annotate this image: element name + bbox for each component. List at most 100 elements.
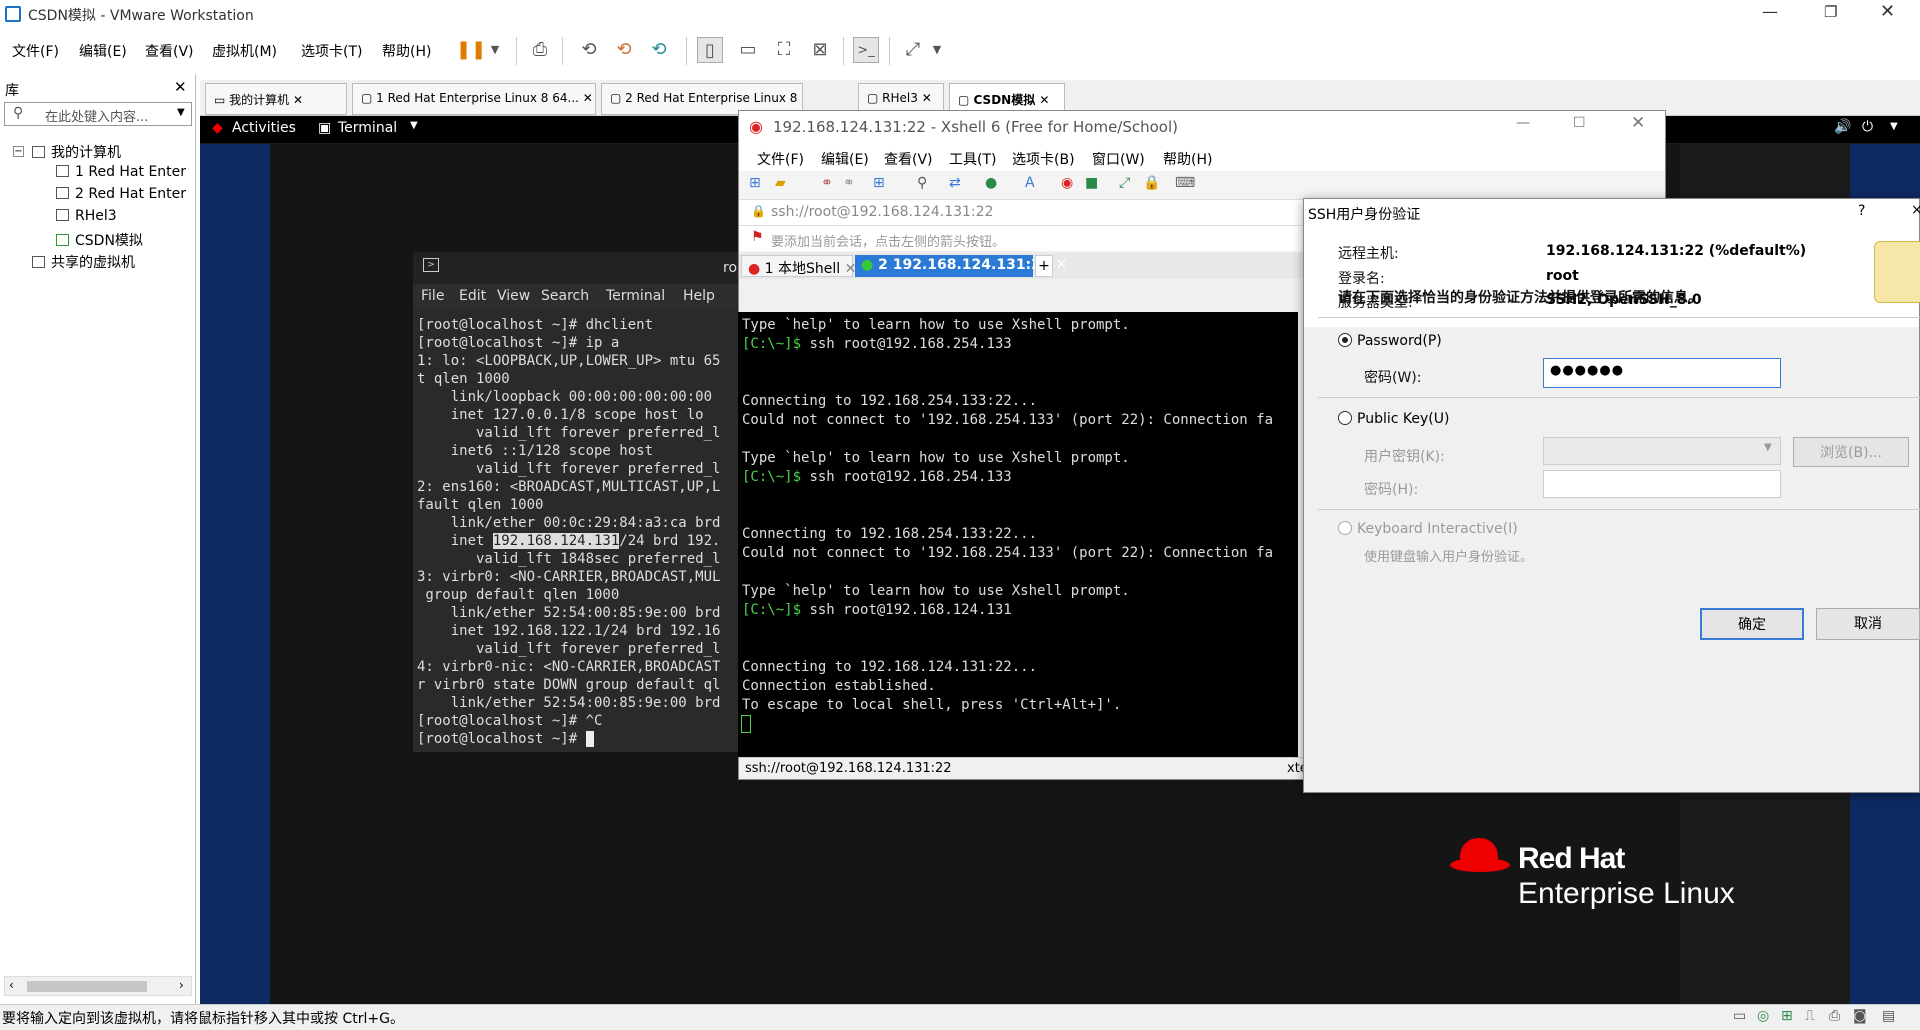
close-library-icon[interactable]: ✕ — [174, 78, 187, 96]
restore-icon[interactable]: ❐ — [1824, 3, 1837, 21]
xshell-menu-window[interactable]: 窗口(W) — [1092, 149, 1145, 169]
ok-button[interactable]: 确定 — [1700, 608, 1804, 640]
scrollbar-thumb[interactable] — [27, 981, 147, 992]
tab-my-computer[interactable]: ▭ 我的计算机 ✕ — [205, 83, 347, 115]
tree-item-shared[interactable]: 共享的虚拟机 — [32, 252, 135, 272]
chevron-down-icon[interactable]: ▼ — [924, 37, 950, 63]
maximize-icon[interactable]: ☐ — [1573, 115, 1586, 131]
hdd-icon[interactable]: ▭ — [1733, 1008, 1746, 1024]
cancel-button[interactable]: 取消 — [1816, 608, 1920, 640]
xshell-terminal[interactable]: Type `help' to learn how to use Xshell p… — [738, 312, 1298, 757]
chevron-down-icon[interactable]: ▼ — [1890, 121, 1898, 132]
cdrom-icon[interactable]: ◎ — [1757, 1008, 1769, 1024]
keyboard-icon[interactable]: ⌨ — [1175, 175, 1195, 191]
guest-terminal-output[interactable]: [root@localhost ~]# dhclient [root@local… — [417, 316, 720, 748]
menu-view[interactable]: 查看(V) — [145, 41, 194, 61]
xshell-menu-tabs[interactable]: 选项卡(B) — [1012, 149, 1075, 169]
tree-item-vm1[interactable]: 1 Red Hat Enter — [56, 164, 186, 180]
password-option[interactable]: Password(P) — [1338, 333, 1442, 349]
add-session-icon[interactable]: ⚑ — [751, 229, 764, 245]
font-icon[interactable]: A — [1025, 175, 1035, 191]
horizontal-scrollbar[interactable]: ‹ › — [4, 976, 192, 996]
chevron-down-icon[interactable]: ▼ — [410, 120, 418, 131]
collapse-icon[interactable]: − — [13, 146, 24, 157]
ssh-auth-dialog[interactable]: SSH用户身份验证 ? × 远程主机: 192.168.124.131:22 (… — [1303, 198, 1920, 793]
message-icon[interactable]: ▤ — [1882, 1008, 1895, 1024]
menu-help[interactable]: 帮助(H) — [382, 41, 431, 61]
revert-snapshot-icon[interactable]: ⟲ — [611, 37, 637, 63]
guest-menu-edit[interactable]: Edit — [459, 288, 486, 304]
address-input[interactable]: ssh://root@192.168.124.131:22 — [771, 204, 993, 220]
help-button[interactable]: ? — [1858, 203, 1865, 219]
library-search[interactable]: ⚲ 在此处键入内容... ▼ — [4, 102, 192, 126]
xshell-menu-view[interactable]: 查看(V) — [884, 149, 933, 169]
tab-vm1[interactable]: ▢ 1 Red Hat Enterprise Linux 8 64... ✕ — [352, 83, 596, 115]
terminal-app-menu[interactable]: Terminal — [338, 120, 397, 136]
guest-menu-terminal[interactable]: Terminal — [606, 288, 665, 304]
reconnect-icon[interactable]: ⚭ — [821, 175, 833, 191]
menu-edit[interactable]: 编辑(E) — [79, 41, 127, 61]
menu-file[interactable]: 文件(F) — [12, 41, 59, 61]
camera-icon[interactable]: ◙ — [1853, 1008, 1867, 1024]
printer-icon[interactable]: ⎙ — [1829, 1008, 1840, 1024]
disconnect-icon[interactable]: ⚭ — [843, 175, 855, 191]
close-icon[interactable]: ✕ — [1631, 113, 1645, 133]
search-input[interactable]: 在此处键入内容... — [45, 106, 148, 125]
guest-terminal-window[interactable]: > ro File Edit View Search Terminal Help… — [413, 252, 743, 752]
properties-icon[interactable]: ⊞ — [873, 175, 885, 191]
guest-menu-help[interactable]: Help — [683, 288, 715, 304]
guest-menu-file[interactable]: File — [421, 288, 444, 304]
snapshot-icon[interactable]: ⟲ — [576, 37, 602, 63]
guest-menu-view[interactable]: View — [497, 288, 530, 304]
user-key-select[interactable]: ▼ — [1543, 437, 1781, 465]
find-icon[interactable]: ⚲ — [917, 175, 927, 191]
minimize-icon[interactable]: — — [1516, 115, 1530, 131]
menu-vm[interactable]: 虚拟机(M) — [212, 41, 277, 61]
menu-tabs[interactable]: 选项卡(T) — [301, 41, 362, 61]
tab-remote-session[interactable]: ● 2 192.168.124.131:22 ✕ — [855, 255, 1067, 277]
keyboard-interactive-option[interactable]: Keyboard Interactive(I) — [1338, 521, 1518, 537]
guest-menu-search[interactable]: Search — [541, 288, 589, 304]
network-icon[interactable]: ⊞ — [1781, 1008, 1793, 1024]
fullscreen-icon[interactable]: ⤢ — [1119, 175, 1130, 191]
open-folder-icon[interactable]: ▰ — [775, 175, 786, 191]
add-tab-button[interactable]: + — [1035, 255, 1053, 277]
globe-icon[interactable]: ● — [985, 175, 997, 191]
pubkey-option[interactable]: Public Key(U) — [1338, 411, 1449, 427]
snapshot-manager-icon[interactable]: ⟲ — [646, 37, 672, 63]
xftp-icon[interactable]: ■ — [1085, 175, 1098, 191]
transfer-icon[interactable]: ⇄ — [949, 175, 961, 191]
tree-item-csdn[interactable]: CSDN模拟 — [56, 230, 143, 250]
thumbnail-view-icon[interactable]: ▭ — [735, 37, 761, 63]
xshell-menu-file[interactable]: 文件(F) — [757, 149, 804, 169]
chevron-down-icon[interactable]: ▼ — [177, 107, 185, 118]
unity-icon[interactable]: ⊠ — [807, 37, 833, 63]
close-icon[interactable]: ✕ — [1880, 1, 1895, 22]
tab-local-shell[interactable]: ● 1 本地Shell ✕ — [741, 255, 856, 277]
password-field[interactable]: ●●●●●● — [1543, 358, 1781, 388]
xshell-terminal-output[interactable]: Type `help' to learn how to use Xshell p… — [740, 316, 1273, 734]
tree-item-my-computer[interactable]: 我的计算机 — [32, 142, 121, 162]
minimize-icon[interactable]: — — [1762, 2, 1778, 21]
xshell-icon[interactable]: ◉ — [1061, 175, 1073, 191]
dialog-close-button[interactable]: × — [1911, 202, 1920, 218]
library-view-icon[interactable]: ▯ — [697, 37, 723, 63]
power-icon[interactable]: ⏻ — [1862, 119, 1873, 135]
pause-icon[interactable]: ❚❚ — [456, 37, 486, 63]
usb-icon[interactable]: ⎍ — [1805, 1008, 1815, 1024]
send-keys-icon[interactable]: ⎙ — [527, 37, 553, 63]
tree-item-vm2[interactable]: 2 Red Hat Enter — [56, 186, 186, 202]
fullscreen-icon[interactable]: ⛶ — [771, 37, 797, 63]
xshell-menu-edit[interactable]: 编辑(E) — [821, 149, 869, 169]
xshell-menu-help[interactable]: 帮助(H) — [1163, 149, 1212, 169]
scroll-right-icon[interactable]: › — [179, 978, 184, 992]
new-session-icon[interactable]: ⊞ — [749, 175, 761, 191]
console-icon[interactable]: >_ — [853, 37, 879, 63]
passphrase-field[interactable] — [1543, 470, 1781, 498]
stretch-icon[interactable]: ⤢ — [900, 37, 926, 63]
lock-icon[interactable]: 🔒 — [1143, 175, 1160, 191]
tree-item-rhel3[interactable]: RHel3 — [56, 208, 117, 224]
scroll-left-icon[interactable]: ‹ — [9, 978, 14, 992]
chevron-down-icon[interactable]: ▼ — [482, 37, 508, 63]
volume-icon[interactable]: 🔊 — [1834, 119, 1851, 135]
